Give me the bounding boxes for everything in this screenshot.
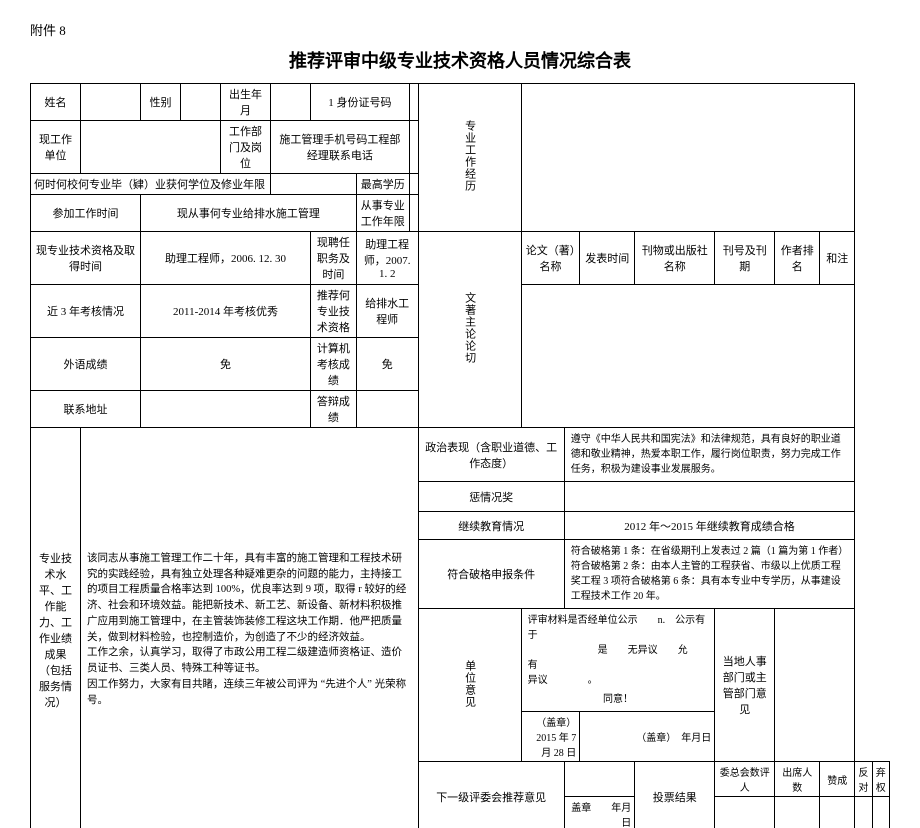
label-contedu: 继续教育情况 [418,512,564,540]
label-dept: 工作部门及岗位 [221,121,271,174]
label-unitop: 单位意见 [418,609,521,762]
val-contact [141,391,311,428]
val-political: 遵守《中华人民共和国宪法》和法律规范，具有良好的职业道德和敬业精神，热爱本职工作… [564,428,855,482]
val-comp: 免 [356,338,418,391]
seal3: 盖章 年月日 [564,797,635,828]
label-political: 政治表现（含职业道德、工作态度） [418,428,564,482]
val-edu [409,174,418,195]
label-recqual: 推荐何专业技术资格 [311,285,357,338]
attachment-label: 附件 8 [30,20,890,39]
v-present [775,797,820,828]
val-honor [564,482,855,512]
unit-review: 评审材料是否经单位公示 n. 公示有 于 是 无异议 允 有 异议 。 同意！ [521,609,715,712]
val-recqual: 给排水工程师 [356,285,418,338]
label-publisher: 刊物或出版社名称 [635,232,715,285]
label-note: 和注 [820,232,855,285]
val-name [81,84,141,121]
main-form-table: 姓名 性别 出生年月 1 身份证号码 专业工作经历 现工作单位 工作部门及岗位 … [30,83,890,828]
label-joindate: 参加工作时间 [31,195,141,232]
val-assess3y: 2011-2014 年考核优秀 [141,285,311,338]
label-apply: 符合破格申报条件 [418,540,564,609]
pub-body [521,285,855,428]
label-name: 姓名 [31,84,81,121]
label-voters: 委总会数评人 [715,762,775,797]
label-contact: 联系地址 [31,391,141,428]
label-pubtime: 发表时间 [580,232,635,285]
label-local: 当地人事部门或主管部门意见 [715,609,775,762]
val-apply: 符合破格第 1 条：在省级期刊上发表过 2 篇（1 篇为第 1 作者）符合破格第… [564,540,855,609]
label-years: 从事专业工作年限 [356,195,409,232]
seal2: （盖章） 年月日 [580,712,715,762]
label-present: 出席人数 [775,762,820,797]
label-abstain: 弃权 [872,762,889,797]
label-honor: 惩情况奖 [418,482,564,512]
val-gender [181,84,221,121]
val-local [775,609,855,762]
val-unit [81,121,221,174]
label-assess3y: 近 3 年考核情况 [31,285,141,338]
val-grad [271,174,357,195]
label-vote: 投票结果 [635,762,715,828]
v-abstain [872,797,889,828]
label-comp: 计算机考核成绩 [311,338,357,391]
label-perf: 专业技术水平、工作能力、工作业绩成果（包括服务情况） [31,428,81,828]
label-unit: 现工作单位 [31,121,81,174]
label-next: 下一级评委会推荐意见 [418,762,564,828]
label-pubside: 文著主论论切 [418,232,521,428]
page-title: 推荐评审中级专业技术资格人员情况综合表 [30,47,890,73]
label-yes: 赞成 [820,762,855,797]
label-grad: 何时何校何专业毕（肄）业获何学位及修业年限 [31,174,271,195]
val-idno [409,84,418,121]
val-contedu: 2012 年～2015 年继续教育成绩合格 [564,512,855,540]
val-phone [409,121,418,174]
label-rank: 作者排名 [775,232,820,285]
val-next [564,762,635,797]
val-years [409,195,418,232]
val-curqual: 助理工程师，2006. 12. 30 [141,232,311,285]
label-edu: 最高学历 [356,174,409,195]
val-workhist [521,84,855,232]
val-lang: 免 [141,338,311,391]
val-curpos: 助理工程师，2007. 1. 2 [356,232,418,285]
label-no: 反对 [855,762,872,797]
label-curqual: 现专业技术资格及取得时间 [31,232,141,285]
label-gender: 性别 [141,84,181,121]
v-voters [715,797,775,828]
label-defense: 答辩成绩 [311,391,357,428]
val-defense [356,391,418,428]
label-curpos: 现聘任职务及时间 [311,232,357,285]
label-issue: 刊号及刊期 [715,232,775,285]
label-birth: 出生年月 [221,84,271,121]
label-pubname: 论文（著）名称 [521,232,580,285]
label-phone: 施工管理手机号码工程部经理联系电话 [271,121,410,174]
val-birth [271,84,311,121]
label-workhist: 专业工作经历 [418,84,521,232]
v-no [855,797,872,828]
label-idno: 1 身份证号码 [311,84,410,121]
v-yes [820,797,855,828]
label-major: 现从事何专业给排水施工管理 [141,195,357,232]
label-lang: 外语成绩 [31,338,141,391]
val-perf: 该同志从事施工管理工作二十年，具有丰富的施工管理和工程技术研究的实践经验，具有独… [81,428,419,828]
seal1: （盖章）2015 年 7 月 28 日 [521,712,580,762]
